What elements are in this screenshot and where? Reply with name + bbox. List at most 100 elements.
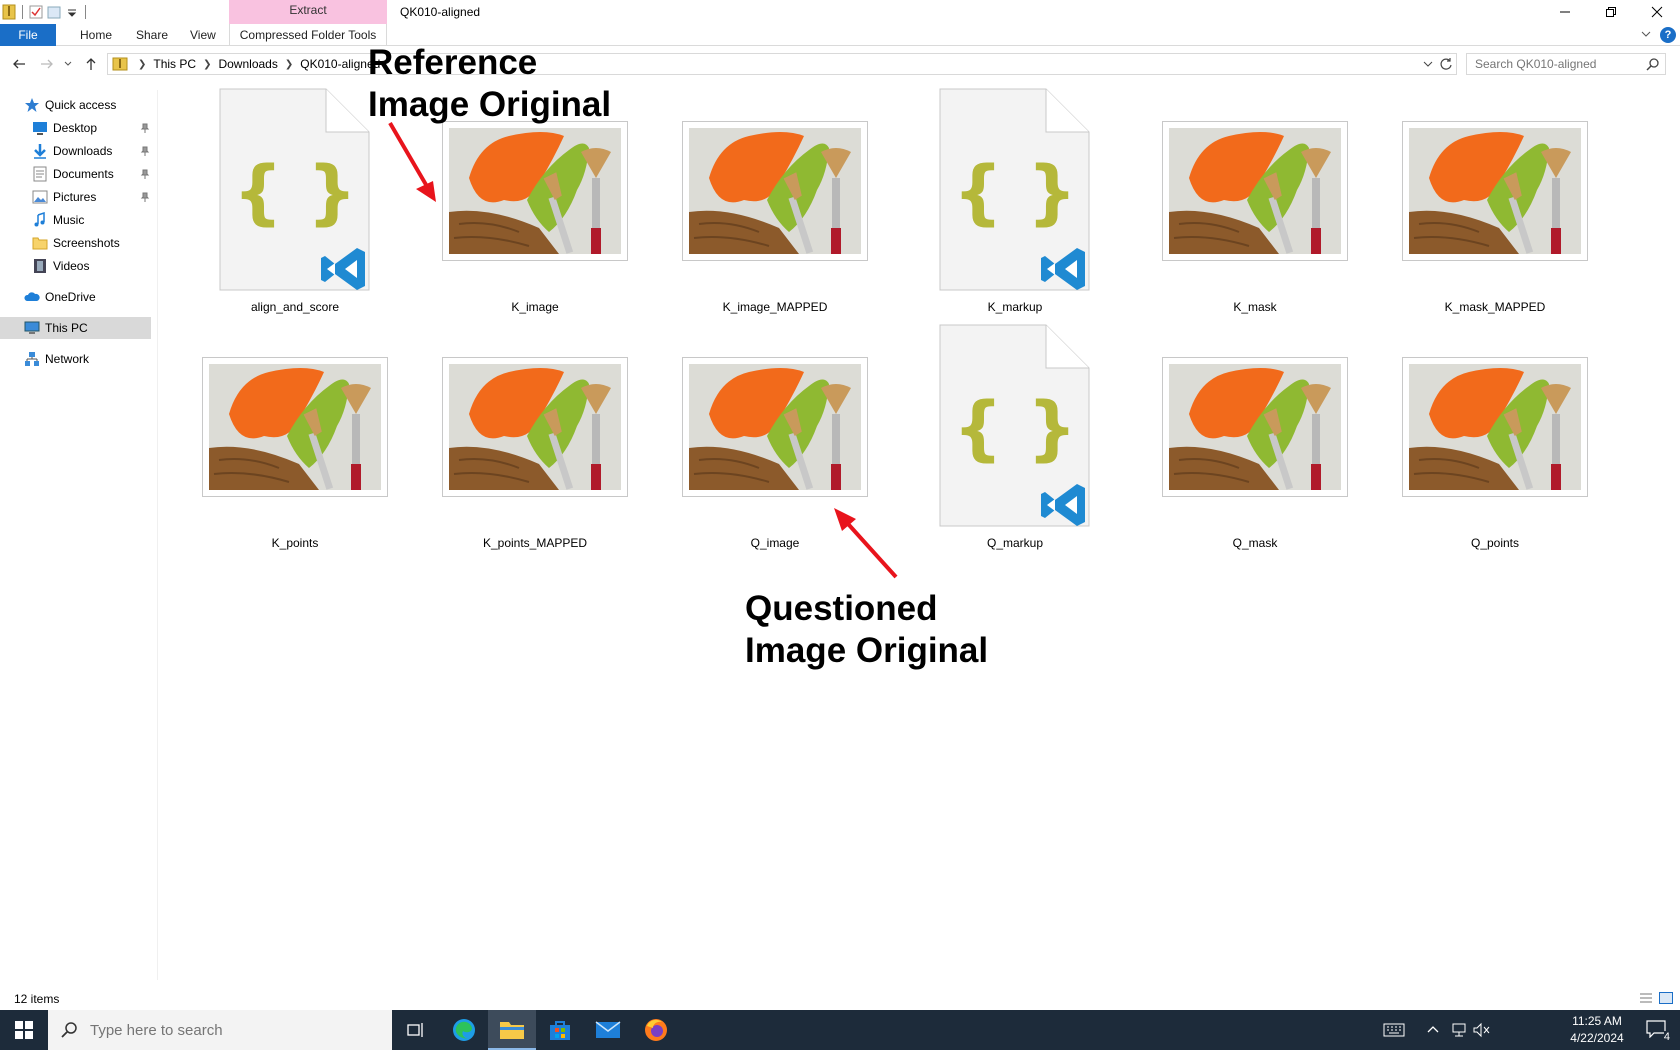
- navigation-pane: Quick access Desktop Downloads Documents…: [0, 90, 158, 980]
- nav-item-videos[interactable]: Videos: [32, 255, 89, 277]
- nav-this-pc[interactable]: This PC: [0, 317, 151, 339]
- new-folder-icon[interactable]: [47, 4, 61, 20]
- forward-arrow-icon: [41, 59, 53, 69]
- file-item[interactable]: K_points: [185, 318, 405, 550]
- annotation-text: Image Original: [745, 631, 989, 670]
- svg-text:{ }: { }: [233, 151, 357, 233]
- file-item[interactable]: K_image_MAPPED: [665, 82, 885, 314]
- chevron-up-icon[interactable]: [1427, 1024, 1439, 1034]
- taskbar-edge[interactable]: [440, 1010, 488, 1050]
- image-thumbnail: [202, 357, 388, 497]
- help-icon[interactable]: ?: [1660, 27, 1676, 43]
- pictures-icon: [32, 190, 48, 204]
- address-bar[interactable]: ❯ This PC ❯ Downloads ❯ QK010-aligned: [107, 53, 1457, 75]
- expand-ribbon-icon[interactable]: [1640, 28, 1652, 40]
- nav-item-desktop[interactable]: Desktop: [32, 117, 97, 139]
- tab-compressed-folder-tools[interactable]: Compressed Folder Tools: [229, 24, 387, 46]
- nav-item-screenshots[interactable]: Screenshots: [32, 232, 120, 254]
- nav-quick-access[interactable]: Quick access: [24, 94, 116, 116]
- breadcrumb-separator: ❯: [284, 58, 294, 70]
- up-button[interactable]: [82, 55, 100, 73]
- file-item[interactable]: K_points_MAPPED: [425, 318, 645, 550]
- refresh-icon[interactable]: [1438, 56, 1454, 72]
- nav-item-music[interactable]: Music: [32, 209, 84, 231]
- file-item[interactable]: K_mask_MAPPED: [1385, 82, 1605, 314]
- cloud-icon: [24, 292, 40, 301]
- folder-zip-icon[interactable]: [2, 4, 16, 20]
- image-thumbnail: [1402, 121, 1588, 261]
- file-list: { } align_and_score K_image K_image_MAPPED {…: [160, 82, 1680, 982]
- tab-file[interactable]: File: [0, 24, 56, 46]
- properties-icon[interactable]: [29, 4, 43, 20]
- nav-item-pictures[interactable]: Pictures: [32, 186, 96, 208]
- taskbar-search-input[interactable]: [90, 1021, 370, 1039]
- close-button[interactable]: [1634, 0, 1680, 24]
- annotation-text: Reference: [368, 43, 538, 82]
- pin-icon[interactable]: [140, 146, 150, 156]
- json-file-icon: { }: [939, 324, 1090, 527]
- file-name: K_points: [271, 536, 319, 550]
- tab-view[interactable]: View: [178, 24, 228, 46]
- nav-item-documents[interactable]: Documents: [32, 163, 114, 185]
- file-name: K_points_MAPPED: [482, 536, 588, 550]
- taskbar-search-box[interactable]: [48, 1010, 392, 1050]
- reference-annotation: Reference Image Original: [368, 42, 611, 126]
- file-item[interactable]: { } K_markup: [905, 82, 1125, 314]
- nav-onedrive[interactable]: OneDrive: [24, 286, 96, 308]
- tab-home[interactable]: Home: [68, 24, 124, 46]
- customize-toolbar-icon[interactable]: [65, 4, 79, 20]
- address-history-icon[interactable]: [1422, 57, 1434, 71]
- taskbar-store[interactable]: [536, 1010, 584, 1050]
- recent-locations-button[interactable]: [62, 55, 74, 73]
- nav-item-downloads[interactable]: Downloads: [32, 140, 112, 162]
- image-thumbnail: [442, 121, 628, 261]
- paint-image-icon: [1409, 128, 1581, 254]
- start-button[interactable]: [0, 1010, 48, 1050]
- search-input[interactable]: [1467, 57, 1637, 71]
- large-icons-view-icon[interactable]: [1658, 991, 1674, 1005]
- details-view-icon[interactable]: [1638, 991, 1654, 1005]
- notification-center-button[interactable]: 4: [1646, 1020, 1670, 1043]
- context-tab-group-label: Extract: [229, 0, 387, 24]
- network-tray-icon[interactable]: [1450, 1022, 1468, 1038]
- taskbar-file-explorer[interactable]: [488, 1010, 536, 1050]
- questioned-annotation: Questioned Image Original: [745, 588, 988, 672]
- taskbar-mail[interactable]: [584, 1010, 632, 1050]
- nav-network[interactable]: Network: [24, 348, 89, 370]
- view-switcher: [1638, 991, 1674, 1005]
- windows-logo-icon: [15, 1021, 33, 1039]
- forward-button[interactable]: [38, 55, 56, 73]
- file-item[interactable]: Q_mask: [1145, 318, 1365, 550]
- taskbar-clock[interactable]: 11:25 AM 4/22/2024: [1562, 1013, 1632, 1047]
- task-view-button[interactable]: [392, 1010, 440, 1050]
- taskbar: 11:25 AM 4/22/2024 4: [0, 1010, 1680, 1050]
- pin-icon[interactable]: [140, 123, 150, 133]
- file-explorer-window: Extract QK010-aligned File Home Share Vi…: [0, 0, 1680, 1050]
- search-icon: [61, 1022, 77, 1038]
- restore-button[interactable]: [1588, 0, 1634, 24]
- edge-browser-icon: [453, 1019, 475, 1041]
- taskbar-firefox[interactable]: [632, 1010, 680, 1050]
- image-thumbnail: [1162, 121, 1348, 261]
- nav-label: Videos: [53, 259, 90, 273]
- tab-share[interactable]: Share: [124, 24, 180, 46]
- pin-icon[interactable]: [140, 192, 150, 202]
- file-item[interactable]: Q_points: [1385, 318, 1605, 550]
- back-button[interactable]: [10, 55, 28, 73]
- file-name: K_mask: [1233, 300, 1277, 314]
- breadcrumb-downloads[interactable]: Downloads: [215, 57, 280, 71]
- volume-muted-icon[interactable]: [1473, 1022, 1491, 1038]
- file-item[interactable]: { } Q_markup: [905, 318, 1125, 550]
- search-box[interactable]: [1466, 53, 1666, 75]
- window-title: QK010-aligned: [400, 5, 481, 19]
- minimize-button[interactable]: [1542, 0, 1588, 24]
- file-item[interactable]: K_mask: [1145, 82, 1365, 314]
- keyboard-icon[interactable]: [1383, 1022, 1405, 1038]
- download-arrow-icon: [34, 144, 46, 159]
- breadcrumb-this-pc[interactable]: This PC: [150, 57, 199, 71]
- file-name: Q_markup: [986, 536, 1044, 550]
- pin-icon[interactable]: [140, 169, 150, 179]
- task-view-icon: [407, 1023, 423, 1037]
- search-icon[interactable]: [1646, 57, 1660, 71]
- notification-count: 4: [1663, 1031, 1670, 1043]
